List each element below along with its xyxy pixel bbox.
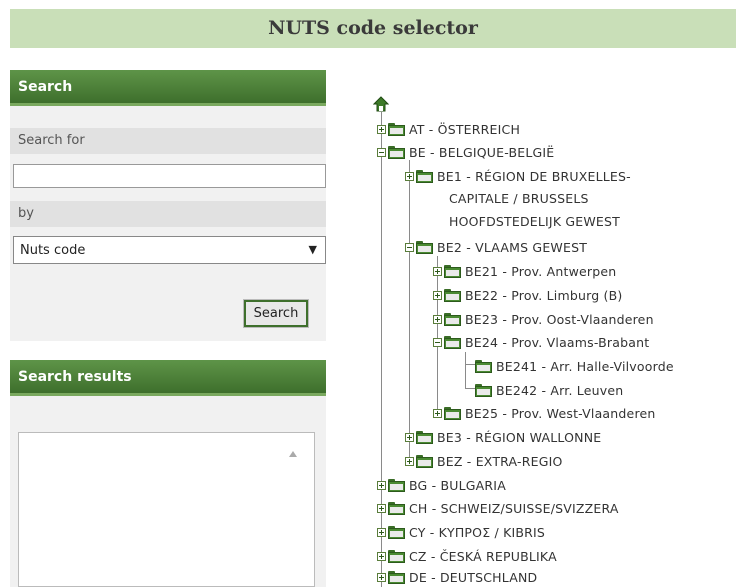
folder-icon (388, 501, 405, 515)
tree-connector (465, 352, 466, 388)
folder-icon (416, 430, 433, 444)
tree-connector (409, 160, 410, 460)
tree-connector (465, 364, 475, 365)
folder-icon (444, 312, 461, 326)
tree-node-label: BE24 - Prov. Vlaams-Brabant (465, 334, 650, 350)
tree-node-label-continuation: HOOFDSTEDELIJK GEWEST (449, 214, 621, 229)
folder-icon (444, 264, 461, 278)
tree-node-be23[interactable]: BE23 - Prov. Oost-Vlaanderen (433, 308, 654, 330)
folder-icon (416, 169, 433, 183)
tree-connector (465, 388, 475, 389)
folder-icon (388, 122, 405, 136)
expand-icon[interactable] (433, 290, 442, 300)
tree-node-label: BG - BULGARIA (409, 477, 506, 493)
tree-node-be24[interactable]: BE24 - Prov. Vlaams-Brabant (433, 331, 649, 353)
tree-node-label: BEZ - EXTRA-REGIO (437, 453, 563, 469)
tree-node-de[interactable]: DE - DEUTSCHLAND (377, 566, 537, 587)
tree-node-be22[interactable]: BE22 - Prov. Limburg (B) (433, 284, 622, 306)
tree-node-label: CH - SCHWEIZ/SUISSE/SVIZZERA (409, 500, 619, 516)
folder-open-icon (444, 335, 461, 349)
tree-node-label: BE21 - Prov. Antwerpen (465, 263, 617, 279)
expand-icon[interactable] (433, 408, 442, 418)
tree-node-label: BE3 - RÉGION WALLONNE (437, 429, 602, 445)
folder-open-icon (388, 145, 405, 159)
expand-icon[interactable] (405, 171, 414, 181)
tree-node-be25[interactable]: BE25 - Prov. West-Vlaanderen (433, 402, 656, 424)
expand-icon[interactable] (377, 551, 386, 561)
folder-icon (388, 570, 405, 584)
tree-node-label: BE241 - Arr. Halle-Vilvoorde (496, 358, 674, 374)
collapse-icon[interactable] (433, 337, 442, 347)
expand-icon[interactable] (433, 314, 442, 324)
folder-icon (388, 478, 405, 492)
tree-node-label: BE242 - Arr. Leuven (496, 382, 624, 398)
folder-icon (444, 406, 461, 420)
expand-icon[interactable] (377, 480, 386, 490)
tree-node-label: BE1 - RÉGION DE BRUXELLES- (437, 168, 631, 184)
folder-icon (388, 525, 405, 539)
tree-node-bez[interactable]: BEZ - EXTRA-REGIO (405, 450, 563, 472)
folder-icon (388, 549, 405, 563)
tree-node-at[interactable]: AT - ÖSTERREICH (377, 118, 520, 140)
tree-node-label: DE - DEUTSCHLAND (409, 569, 538, 585)
expand-icon[interactable] (377, 527, 386, 537)
expand-icon[interactable] (377, 503, 386, 513)
collapse-icon[interactable] (405, 242, 414, 252)
nuts-tree: AT - ÖSTERREICH BE - BELGIQUE-BELGIË BE1… (0, 0, 736, 587)
home-icon[interactable] (373, 96, 389, 112)
tree-node-be3[interactable]: BE3 - RÉGION WALLONNE (405, 426, 601, 448)
tree-node-label: BE23 - Prov. Oost-Vlaanderen (465, 311, 654, 327)
tree-node-be242[interactable]: BE242 - Arr. Leuven (475, 379, 623, 401)
tree-node-be[interactable]: BE - BELGIQUE-BELGIË (377, 141, 554, 163)
tree-node-bg[interactable]: BG - BULGARIA (377, 474, 506, 496)
expand-icon[interactable] (405, 456, 414, 466)
expand-icon[interactable] (433, 266, 442, 276)
expand-icon[interactable] (405, 432, 414, 442)
tree-node-be2[interactable]: BE2 - VLAAMS GEWEST (405, 236, 587, 258)
tree-node-label: BE - BELGIQUE-BELGIË (409, 144, 555, 160)
tree-node-label: BE22 - Prov. Limburg (B) (465, 287, 623, 303)
tree-node-cy[interactable]: CY - ΚΥΠΡΟΣ / KIBRIS (377, 521, 545, 543)
tree-node-be21[interactable]: BE21 - Prov. Antwerpen (433, 260, 616, 282)
collapse-icon[interactable] (377, 147, 386, 157)
tree-node-label-continuation: CAPITALE / BRUSSELS (449, 191, 589, 206)
tree-node-label: AT - ÖSTERREICH (409, 121, 521, 137)
tree-node-label: BE25 - Prov. West-Vlaanderen (465, 405, 656, 421)
expand-icon[interactable] (377, 124, 386, 134)
tree-node-label: BE2 - VLAAMS GEWEST (437, 239, 588, 255)
tree-node-be241[interactable]: BE241 - Arr. Halle-Vilvoorde (475, 355, 674, 377)
tree-node-ch[interactable]: CH - SCHWEIZ/SUISSE/SVIZZERA (377, 497, 619, 519)
folder-icon (475, 383, 492, 397)
expand-icon[interactable] (377, 572, 386, 582)
folder-icon (444, 288, 461, 302)
tree-node-label: CY - ΚΥΠΡΟΣ / KIBRIS (409, 524, 546, 540)
tree-node-cz[interactable]: CZ - ČESKÁ REPUBLIKA (377, 545, 557, 567)
tree-node-be1[interactable]: BE1 - RÉGION DE BRUXELLES- (405, 165, 631, 187)
folder-icon (475, 359, 492, 373)
folder-icon (416, 454, 433, 468)
tree-node-label: CZ - ČESKÁ REPUBLIKA (409, 548, 557, 564)
folder-open-icon (416, 240, 433, 254)
